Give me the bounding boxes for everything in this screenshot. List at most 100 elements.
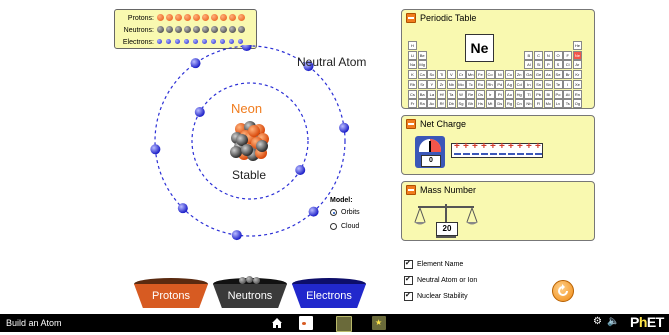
model-orbits-radio[interactable]: Orbits <box>330 209 360 216</box>
element-cell[interactable]: Hf <box>437 89 447 99</box>
element-cell[interactable]: Sb <box>543 79 553 89</box>
element-cell[interactable]: Rg <box>505 99 514 109</box>
element-cell[interactable]: Co <box>485 70 495 80</box>
reset-all-button[interactable] <box>552 280 574 302</box>
protons-bucket[interactable]: Protons <box>134 276 208 308</box>
element-cell[interactable]: Ni <box>495 70 505 80</box>
home-button[interactable] <box>270 316 284 330</box>
element-cell[interactable]: K <box>408 70 417 80</box>
element-cell[interactable]: Ca <box>417 70 427 80</box>
periodic-table-grid[interactable]: H He Li Be B C N O F Ne Na Mg Al Si P S Cl Ar K Ca Sc Ti V Cr Mn… <box>408 41 583 111</box>
element-cell[interactable]: He <box>572 41 582 50</box>
element-cell[interactable]: S <box>553 60 563 70</box>
element-cell[interactable]: Y <box>427 79 437 89</box>
electron[interactable] <box>295 165 306 175</box>
element-cell[interactable]: Ne <box>572 50 582 60</box>
neutral-atom-checkbox[interactable]: Neutral Atom or Ion <box>404 275 477 285</box>
element-cell[interactable]: Xe <box>572 79 582 89</box>
neutron-pile[interactable] <box>237 276 263 284</box>
electron[interactable] <box>190 58 201 69</box>
element-cell[interactable]: O <box>553 50 563 60</box>
proton[interactable] <box>248 125 260 137</box>
element-cell[interactable]: Mc <box>543 99 553 109</box>
element-cell[interactable]: Na <box>408 60 417 70</box>
element-cell[interactable]: Po <box>553 89 563 99</box>
neutrons-bucket[interactable]: Neutrons <box>213 276 287 308</box>
periodic-table-header[interactable]: Periodic Table <box>406 13 476 23</box>
element-cell[interactable]: Tc <box>466 79 476 89</box>
element-cell[interactable]: Pd <box>495 79 505 89</box>
collapse-icon[interactable] <box>406 119 416 129</box>
screen-tab-atom[interactable] <box>299 316 313 330</box>
element-cell[interactable]: V <box>446 70 456 80</box>
element-cell[interactable]: Kr <box>572 70 582 80</box>
element-cell[interactable]: Pt <box>495 89 505 99</box>
electron[interactable] <box>308 206 319 217</box>
element-cell[interactable]: Ir <box>485 89 495 99</box>
element-cell[interactable]: Cn <box>514 99 524 109</box>
element-cell[interactable]: Tl <box>524 89 534 99</box>
element-cell[interactable]: Cs <box>408 89 417 99</box>
element-cell[interactable]: Sg <box>456 99 466 109</box>
element-cell[interactable]: Rb <box>408 79 417 89</box>
element-cell[interactable]: Mg <box>417 60 427 70</box>
element-cell[interactable]: Te <box>553 79 563 89</box>
element-cell[interactable]: Zn <box>514 70 524 80</box>
electron[interactable] <box>150 144 161 155</box>
element-cell[interactable]: As <box>543 70 553 80</box>
element-cell[interactable]: Re <box>466 89 476 99</box>
element-cell[interactable]: Os <box>475 89 485 99</box>
element-cell[interactable]: Ds <box>495 99 505 109</box>
neutron[interactable] <box>256 140 268 152</box>
element-cell[interactable]: Fr <box>408 99 417 109</box>
element-cell[interactable]: Mo <box>456 79 466 89</box>
element-cell[interactable]: Db <box>446 99 456 109</box>
electron[interactable] <box>339 122 350 133</box>
element-cell[interactable]: Ge <box>534 70 544 80</box>
element-cell[interactable]: Zr <box>437 79 447 89</box>
element-cell[interactable]: Br <box>563 70 573 80</box>
element-cell[interactable]: Hg <box>514 89 524 99</box>
element-cell[interactable]: Bh <box>466 99 476 109</box>
electron[interactable] <box>231 230 242 241</box>
element-cell[interactable]: Ta <box>446 89 456 99</box>
element-cell[interactable]: Ts <box>563 99 573 109</box>
element-cell[interactable]: Li <box>408 50 417 60</box>
element-cell[interactable]: In <box>524 79 534 89</box>
element-cell[interactable]: Rn <box>572 89 582 99</box>
nuclear-stability-checkbox[interactable]: Nuclear Stability <box>404 291 468 301</box>
phet-logo[interactable]: PhET <box>630 314 664 330</box>
element-cell[interactable]: Ga <box>524 70 534 80</box>
element-cell[interactable]: Cr <box>456 70 466 80</box>
element-cell[interactable]: Rh <box>485 79 495 89</box>
element-cell[interactable]: Cd <box>514 79 524 89</box>
neutron[interactable] <box>230 146 242 158</box>
sound-icon[interactable]: 🔈 <box>607 316 619 327</box>
element-cell[interactable]: Se <box>553 70 563 80</box>
net-charge-header[interactable]: Net Charge <box>406 119 466 129</box>
element-cell[interactable]: Bi <box>543 89 553 99</box>
electron[interactable] <box>241 45 252 52</box>
element-name-checkbox[interactable]: Element Name <box>404 259 463 269</box>
element-cell[interactable]: Sn <box>534 79 544 89</box>
element-cell[interactable]: Be <box>417 50 427 60</box>
atom-view[interactable] <box>150 45 390 285</box>
model-cloud-radio[interactable]: Cloud <box>330 223 359 230</box>
settings-icon[interactable]: ⚙ <box>593 316 602 327</box>
element-cell[interactable]: At <box>563 89 573 99</box>
element-cell[interactable]: H <box>408 41 417 50</box>
element-cell[interactable]: I <box>563 79 573 89</box>
element-cell[interactable]: W <box>456 89 466 99</box>
screen-tab-game[interactable]: ★ <box>372 316 386 330</box>
element-cell[interactable]: Si <box>534 60 544 70</box>
element-cell[interactable]: Sc <box>427 70 437 80</box>
element-cell[interactable]: La <box>427 89 437 99</box>
element-cell[interactable]: Ar <box>572 60 582 70</box>
element-cell[interactable]: Cu <box>505 70 514 80</box>
screen-tab-symbol[interactable] <box>336 316 352 332</box>
element-cell[interactable]: Ba <box>417 89 427 99</box>
element-cell[interactable]: Nb <box>446 79 456 89</box>
element-cell[interactable]: Og <box>572 99 582 109</box>
element-cell[interactable]: Au <box>505 89 514 99</box>
element-cell[interactable]: Hs <box>475 99 485 109</box>
